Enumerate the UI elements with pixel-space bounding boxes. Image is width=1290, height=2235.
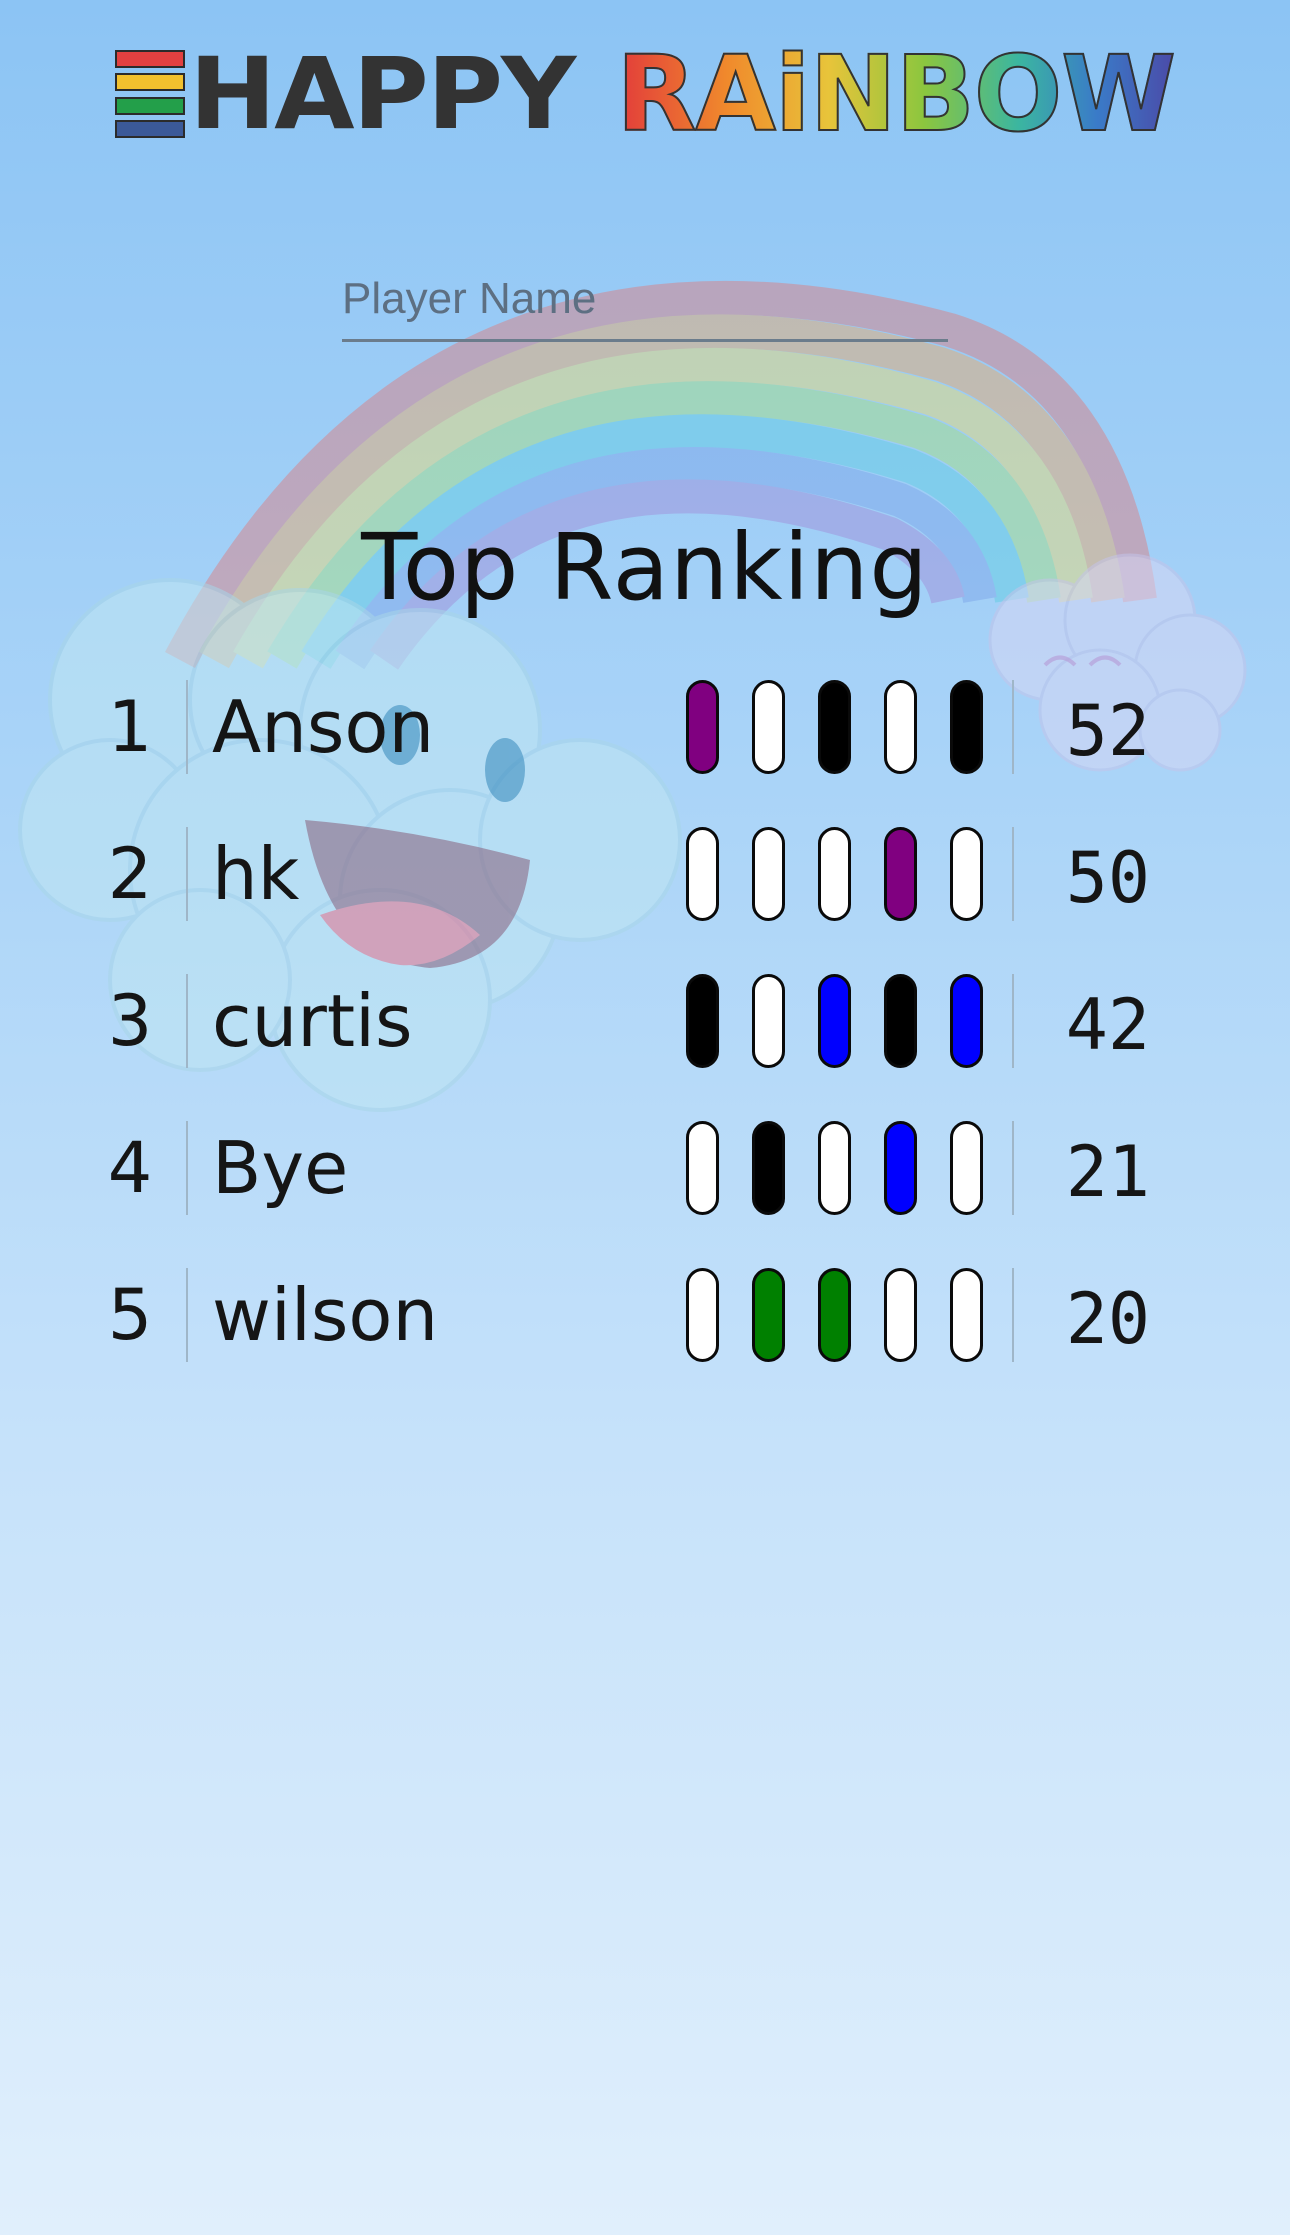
color-pill: [884, 680, 917, 774]
color-pill: [818, 680, 851, 774]
rank-number: 2: [107, 833, 153, 915]
color-pill: [752, 1121, 785, 1215]
color-pill: [686, 974, 719, 1068]
player-name: Anson: [212, 685, 435, 769]
ranking-row: 1 Anson 52: [0, 672, 1290, 782]
row-divider: [1012, 827, 1014, 921]
rainbow-stripes-icon: [115, 50, 186, 138]
row-divider: [186, 974, 188, 1068]
color-pill: [884, 1268, 917, 1362]
color-pill: [950, 974, 983, 1068]
player-name: Bye: [212, 1126, 349, 1210]
color-pill: [950, 1121, 983, 1215]
row-divider: [1012, 1121, 1014, 1215]
color-pill: [752, 1268, 785, 1362]
score-value: 21: [1065, 1131, 1150, 1213]
logo-stripe-green: [115, 96, 186, 115]
row-divider: [186, 1121, 188, 1215]
logo-stripe-blue: [115, 119, 186, 138]
logo-stripe-red: [115, 50, 186, 68]
color-sequence: [686, 1268, 991, 1364]
player-name: hk: [212, 832, 300, 916]
score-value: 20: [1065, 1278, 1150, 1360]
color-pill: [818, 1268, 851, 1362]
color-pill: [752, 680, 785, 774]
ranking-row: 2 hk 50: [0, 819, 1290, 929]
color-pill: [884, 1121, 917, 1215]
player-name: wilson: [212, 1273, 439, 1357]
row-divider: [186, 680, 188, 774]
color-pill: [818, 974, 851, 1068]
logo-word-rainbow: RAiNBOW: [615, 33, 1177, 155]
game-screen: HAPPY RAiNBOW Top Ranking 1 Anson 52 2 hk 50 3…: [0, 0, 1290, 2235]
color-pill: [686, 1121, 719, 1215]
color-pill: [884, 974, 917, 1068]
color-pill: [818, 1121, 851, 1215]
ranking-row: 3 curtis 42: [0, 966, 1290, 1076]
ranking-row: 4 Bye 21: [0, 1113, 1290, 1223]
player-name: curtis: [212, 979, 413, 1063]
score-value: 50: [1065, 837, 1150, 919]
ranking-row: 5 wilson 20: [0, 1260, 1290, 1370]
color-pill: [818, 827, 851, 921]
score-value: 42: [1065, 984, 1150, 1066]
row-divider: [1012, 974, 1014, 1068]
color-pill: [686, 827, 719, 921]
logo-word-happy: HAPPY: [189, 36, 576, 152]
color-sequence: [686, 680, 991, 776]
color-sequence: [686, 974, 991, 1070]
color-sequence: [686, 827, 991, 923]
app-logo: HAPPY RAiNBOW: [115, 33, 1177, 155]
ranking-title: Top Ranking: [361, 514, 929, 621]
color-pill: [752, 827, 785, 921]
rank-number: 4: [107, 1127, 153, 1209]
color-pill: [950, 680, 983, 774]
rank-number: 3: [107, 980, 153, 1062]
player-name-input[interactable]: [342, 258, 948, 342]
row-divider: [186, 1268, 188, 1362]
color-pill: [950, 1268, 983, 1362]
logo-stripe-yellow: [115, 73, 186, 92]
row-divider: [186, 827, 188, 921]
rank-number: 1: [107, 686, 153, 768]
color-pill: [686, 680, 719, 774]
color-sequence: [686, 1121, 991, 1217]
color-pill: [752, 974, 785, 1068]
row-divider: [1012, 1268, 1014, 1362]
color-pill: [884, 827, 917, 921]
rank-number: 5: [107, 1274, 153, 1356]
row-divider: [1012, 680, 1014, 774]
score-value: 52: [1065, 690, 1150, 772]
color-pill: [686, 1268, 719, 1362]
color-pill: [950, 827, 983, 921]
